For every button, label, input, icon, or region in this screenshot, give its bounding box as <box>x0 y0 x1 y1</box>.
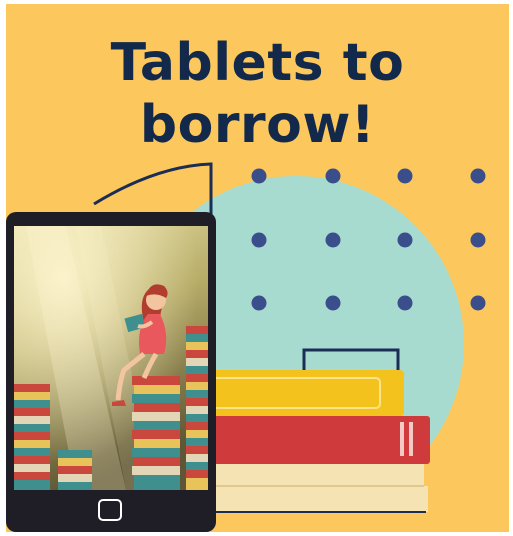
illustration <box>6 162 486 532</box>
tablets-poster: Tablets to borrow! <box>6 4 509 532</box>
book-stack-icon <box>202 348 430 513</box>
tablet-illustration <box>6 212 216 532</box>
